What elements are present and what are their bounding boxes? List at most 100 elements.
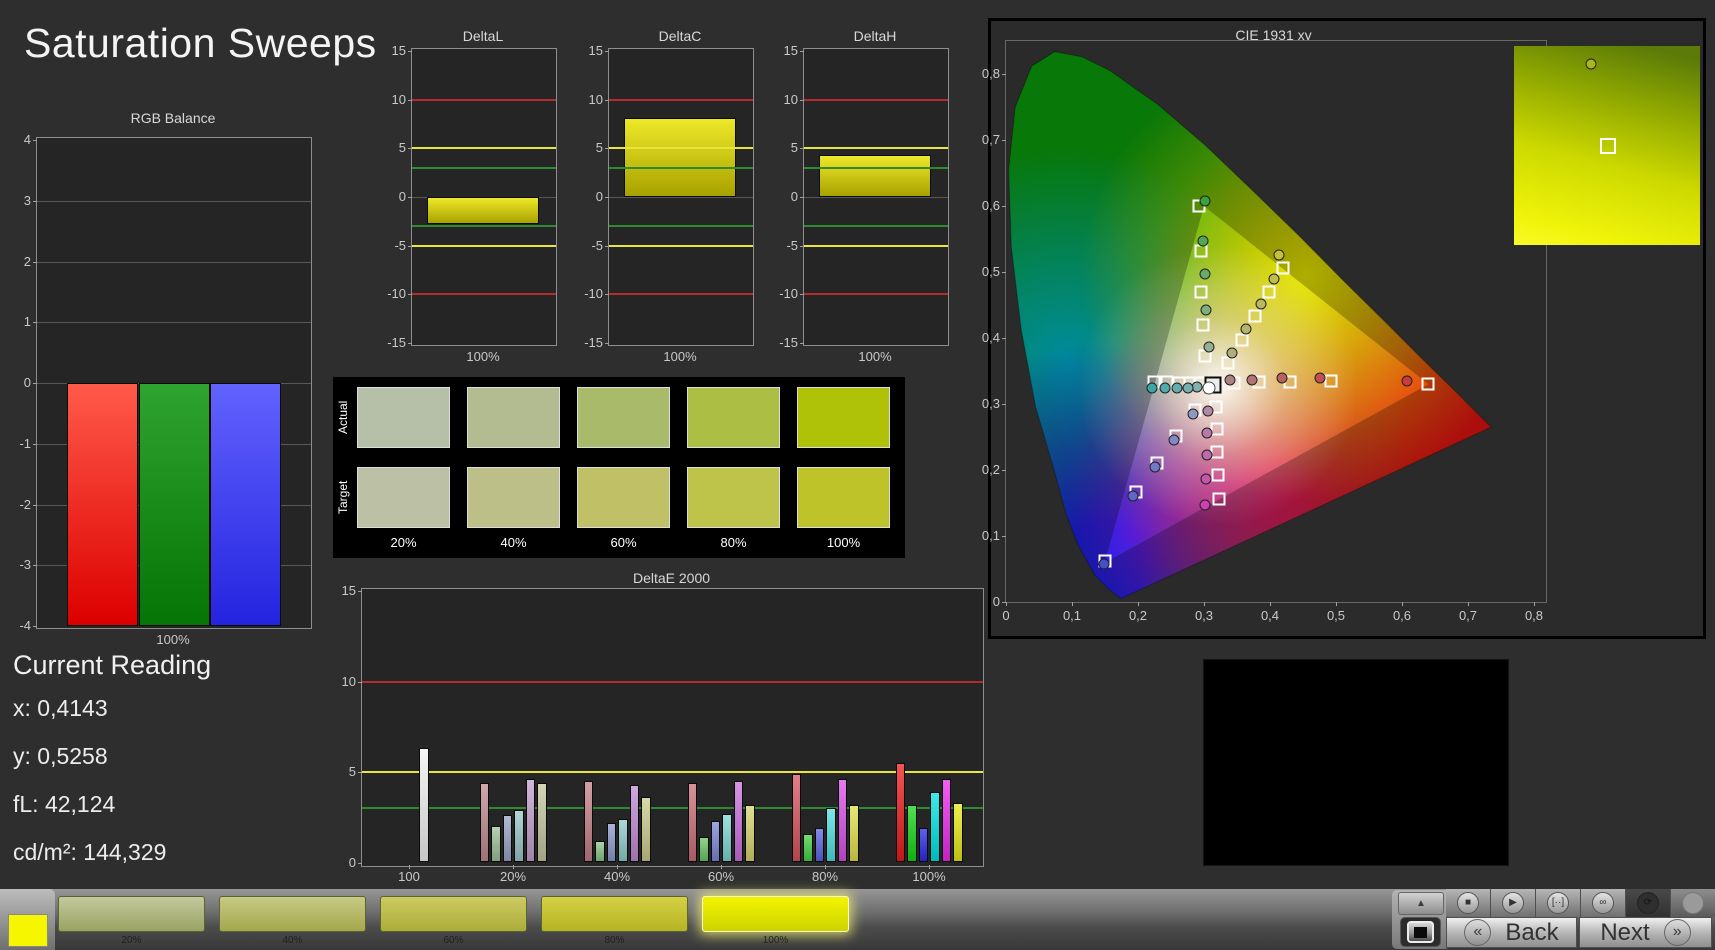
next-button[interactable]: Next »: [1579, 917, 1712, 948]
saturation-patch-button-100%[interactable]: [702, 896, 849, 932]
deltae-bar: [895, 762, 905, 863]
cie-y-tick-mark: [1002, 536, 1006, 537]
cie-measured-point-blue: [1127, 490, 1139, 502]
cie-measured-point-yellow: [1268, 273, 1280, 285]
cie-target-square-green: [1196, 318, 1210, 332]
cie-y-tick-label: 0,7: [981, 132, 1000, 147]
deltae-bar: [525, 779, 535, 863]
cie-measured-point-green: [1199, 268, 1211, 280]
deltae-bar: [687, 782, 697, 863]
display-mode-button[interactable]: [1400, 917, 1441, 947]
rgb-tick-mark: [33, 626, 37, 627]
play-icon: ▶: [1509, 897, 1517, 908]
actual-swatch-100%: [797, 387, 890, 448]
deltae-chart: 15 10 5 0 100 20% 40% 60% 80% 100%: [342, 583, 984, 884]
deltae-group-label: 60%: [707, 869, 735, 884]
cie-plot: 0,8 0,7 0,6 0,5 0,4 0,3 0,2 0,1 0 0 0,1 0,2 0,3 0,4 0,…: [982, 40, 1547, 623]
limit-line--5: [412, 244, 556, 247]
rgb-gridline: [37, 322, 311, 324]
delta-tick-mark: [605, 51, 609, 52]
delta-tick-label: -15: [387, 334, 406, 350]
limit-line--10: [412, 293, 556, 296]
cie-target-square-yellow: [1262, 285, 1276, 299]
delta-tick-label: 0: [398, 188, 406, 204]
play-button[interactable]: ▶: [1502, 892, 1524, 914]
cie-x-tick-mark: [1402, 602, 1403, 606]
deltae-group-label: 40%: [603, 869, 631, 884]
cie-x-tick-label: 0,6: [1392, 608, 1412, 623]
deltae-limit-5: [362, 771, 983, 773]
deltae-bar: [826, 808, 836, 863]
cie-x-tick-mark: [1534, 602, 1535, 606]
stop-button[interactable]: ■: [1457, 892, 1479, 914]
delta-tick-mark: [800, 342, 804, 344]
cie-measured-point-magenta: [1199, 499, 1211, 511]
cie-target-square-yellow: [1248, 309, 1262, 323]
transport-segment-loop: ∞: [1581, 889, 1626, 917]
actual-swatch-20%: [357, 387, 450, 448]
deltae-bar: [606, 822, 616, 863]
rgb-tick-label: 1: [23, 314, 31, 330]
cie-x-tick-label: 0,4: [1260, 608, 1280, 623]
delta-tick-mark: [408, 51, 412, 52]
cie-measured-point-cyan: [1146, 382, 1158, 394]
deltae-bar: [491, 826, 501, 863]
reading-item-cdm: cd/m²: 144,329: [13, 839, 167, 865]
delta-tick-label: -10: [584, 286, 603, 302]
segment-icon: [··]: [1551, 897, 1565, 908]
delta-tick-label: -15: [584, 334, 603, 350]
saturation-patch-button-20%[interactable]: [58, 896, 205, 932]
cie-measured-point-red: [1314, 372, 1325, 384]
saturation-patch-button-60%[interactable]: [380, 896, 527, 932]
deltae-tick-label: 15: [341, 583, 356, 598]
stop-icon: ■: [1464, 897, 1472, 908]
rgb-tick-mark: [33, 565, 37, 567]
cie-measured-point-blue: [1187, 408, 1199, 420]
segment-button[interactable]: [··]: [1547, 892, 1569, 914]
limit-line--10: [609, 293, 753, 296]
deltae-bar: [837, 779, 847, 863]
rgb-gridline: [37, 200, 311, 202]
cie-measured-point-magenta: [1200, 473, 1212, 485]
limit-line-3: [412, 166, 556, 169]
cie-gamut-graphic: [1008, 51, 1492, 600]
rgb-tick-label: 0: [23, 375, 31, 390]
saturation-patch-button-40%[interactable]: [219, 896, 366, 932]
rgb-tick-mark: [33, 261, 37, 263]
delta-tick-label: 15: [783, 43, 798, 58]
target-swatch-80%: [687, 467, 780, 528]
limit-line--3: [609, 225, 753, 228]
cie-measured-point-cyan: [1182, 382, 1194, 393]
delta-tick-label: 10: [391, 91, 406, 107]
deltae-x-tick: [409, 864, 410, 869]
limit-line-3: [804, 166, 948, 169]
delta-tick-label: 10: [783, 91, 798, 107]
current-patch-color: [8, 914, 48, 947]
delta-bar: [427, 196, 539, 225]
cie-measured-point-magenta: [1202, 405, 1214, 417]
delta-tick-label: 0: [790, 188, 798, 204]
cie-x-tick-label: 0: [1002, 608, 1010, 623]
rgb-bar-green: [139, 383, 210, 626]
actual-swatch-40%: [467, 387, 560, 448]
cie-x-tick-label: 0,1: [1062, 608, 1082, 623]
collapse-toolbar-button[interactable]: ▲: [1398, 892, 1444, 915]
cie-diagram-panel: CIE 1931 xy 0,8 0,7 0,6 0,5 0,4 0,3 0,2 …: [982, 18, 1706, 639]
loop-button[interactable]: ∞: [1592, 892, 1614, 914]
deltae-bar: [953, 802, 963, 863]
rgb-tick-label: -3: [19, 557, 31, 573]
deltae-bar: [745, 804, 755, 863]
delta-chart-x-label: 100%: [663, 349, 697, 364]
saturation-patch-button-80%[interactable]: [541, 896, 688, 932]
deltae-tick-mark: [358, 862, 362, 864]
cie-measured-point-yellow: [1255, 298, 1267, 310]
current-reading: Current Reading x: 0,4143 y: 0,5258 fL: 42…: [13, 650, 211, 887]
refresh-button[interactable]: ⟳: [1637, 892, 1659, 914]
delta-tick-label: 5: [595, 140, 603, 156]
delta-tick-label: -5: [786, 237, 798, 253]
deltae-group-label: 100: [398, 869, 420, 884]
deltae-tick-mark: [358, 591, 362, 592]
back-button[interactable]: « Back: [1446, 917, 1577, 948]
cie-x-tick-mark: [1072, 602, 1073, 606]
delta-chart-title-DeltaL: DeltaL: [462, 28, 504, 44]
